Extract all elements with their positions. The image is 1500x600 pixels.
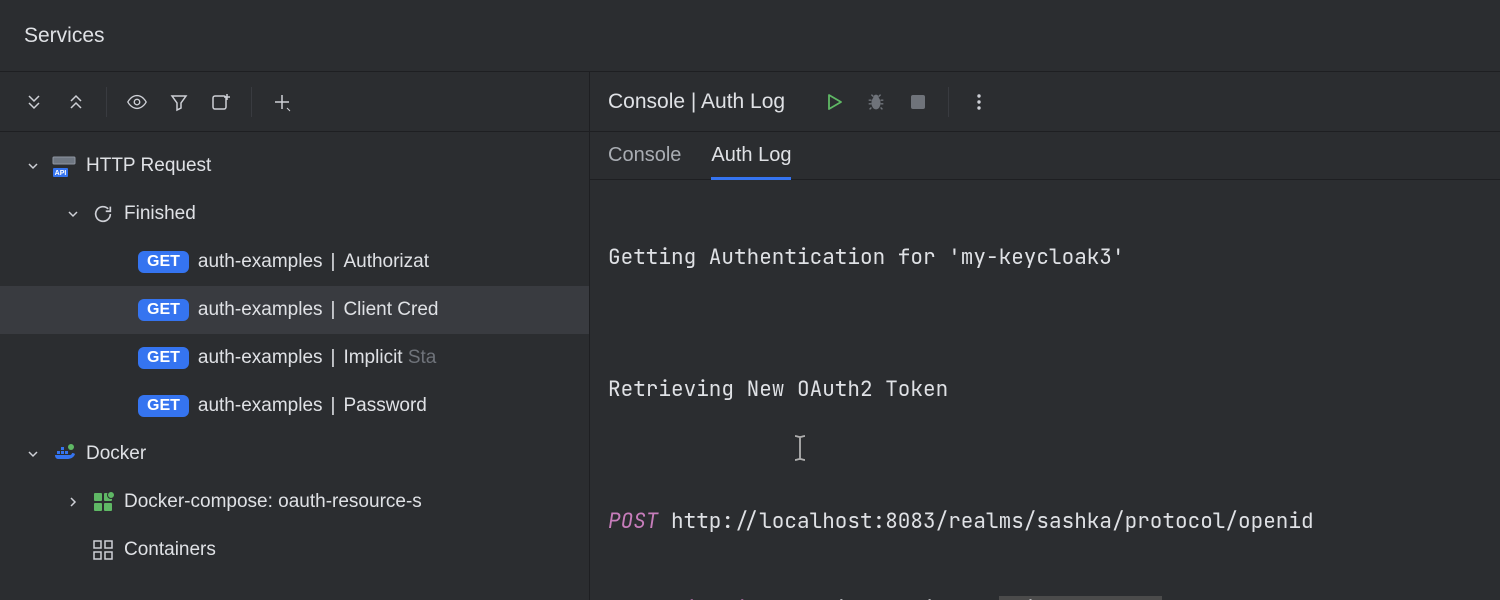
add-icon[interactable]	[266, 86, 298, 118]
tree-label: Containers	[124, 539, 216, 561]
new-session-icon[interactable]	[205, 86, 237, 118]
tree-node-containers[interactable]: Containers	[0, 526, 589, 574]
tab-console[interactable]: Console	[608, 132, 681, 179]
auth-log-output[interactable]: Getting Authentication for 'my-keycloak3…	[590, 180, 1500, 600]
log-line: Retrieving New OAuth2 Token	[608, 368, 1482, 412]
more-icon[interactable]	[961, 84, 997, 120]
debug-icon[interactable]	[858, 84, 894, 120]
tree-label: auth-examples|Authorizat	[198, 251, 429, 273]
chevron-down-icon	[24, 157, 42, 175]
expand-all-icon[interactable]	[18, 86, 50, 118]
run-icon[interactable]	[816, 84, 852, 120]
tree-node-docker[interactable]: Docker	[0, 430, 589, 478]
tab-auth-log[interactable]: Auth Log	[711, 132, 791, 179]
method-badge: GET	[138, 251, 189, 273]
left-panel: API HTTP Request Finished GET auth-examp…	[0, 72, 590, 600]
tree-label: auth-examples|Implicit Sta	[198, 347, 437, 369]
filter-icon[interactable]	[163, 86, 195, 118]
detail-tabs: Console Auth Log	[590, 132, 1500, 180]
tree-label: Finished	[124, 203, 196, 225]
separator	[251, 87, 252, 117]
api-icon: API	[52, 154, 76, 178]
collapse-all-icon[interactable]	[60, 86, 92, 118]
detail-title: Console | Auth Log	[608, 90, 785, 114]
stop-icon[interactable]	[900, 84, 936, 120]
tree-request-item[interactable]: GET auth-examples|Implicit Sta	[0, 334, 589, 382]
panel-header: Services	[0, 0, 1500, 72]
method-badge: GET	[138, 347, 189, 369]
tree-label: auth-examples|Password	[198, 395, 427, 417]
tree-label: Docker-compose: oauth-resource-s	[124, 491, 422, 513]
log-line: Authorization: Basic myclient3 client_se…	[608, 588, 1482, 600]
chevron-down-icon	[24, 445, 42, 463]
separator	[948, 87, 949, 117]
tree-label: Docker	[86, 443, 146, 465]
tree-label: HTTP Request	[86, 155, 211, 177]
chevron-right-icon	[64, 493, 82, 511]
tree-node-docker-compose[interactable]: Docker-compose: oauth-resource-s	[0, 478, 589, 526]
docker-icon	[52, 442, 76, 466]
log-line: POST http://localhost:8083/realms/sashka…	[608, 500, 1482, 544]
detail-toolbar: Console | Auth Log	[590, 72, 1500, 132]
separator	[106, 87, 107, 117]
svg-text:API: API	[55, 170, 67, 177]
show-icon[interactable]	[121, 86, 153, 118]
tree-node-http-request[interactable]: API HTTP Request	[0, 142, 589, 190]
tree-request-item[interactable]: GET auth-examples|Client Cred	[0, 286, 589, 334]
containers-icon	[92, 539, 114, 561]
tree-node-finished[interactable]: Finished	[0, 190, 589, 238]
chevron-down-icon	[64, 205, 82, 223]
tree-toolbar	[0, 72, 589, 132]
tree-request-item[interactable]: GET auth-examples|Authorizat	[0, 238, 589, 286]
compose-icon	[92, 491, 114, 513]
method-badge: GET	[138, 299, 189, 321]
panel-title: Services	[24, 24, 105, 48]
tree-request-item[interactable]: GET auth-examples|Password	[0, 382, 589, 430]
service-tree[interactable]: API HTTP Request Finished GET auth-examp…	[0, 132, 589, 600]
refresh-icon	[92, 203, 114, 225]
log-line: Getting Authentication for 'my-keycloak3…	[608, 236, 1482, 280]
right-panel: Console | Auth Log Console Auth Log Gett…	[590, 72, 1500, 600]
tree-label: auth-examples|Client Cred	[198, 299, 439, 321]
method-badge: GET	[138, 395, 189, 417]
